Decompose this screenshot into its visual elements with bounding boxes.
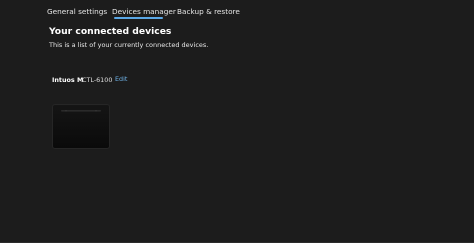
tab-general-settings[interactable]: General settings [47, 7, 107, 16]
edit-device-link[interactable]: Edit [115, 75, 127, 83]
tablet-graphic [52, 104, 110, 149]
app-window: General settings Devices manager Backup … [0, 0, 474, 243]
device-name: Intuos M [52, 76, 84, 84]
tab-backup-restore[interactable]: Backup & restore [177, 7, 240, 16]
tab-bar: General settings Devices manager Backup … [0, 0, 474, 24]
tablet-image[interactable] [52, 104, 110, 149]
active-tab-indicator [114, 17, 163, 19]
device-model: CTL-6100 [82, 76, 113, 84]
page-description: This is a list of your currently connect… [49, 41, 209, 49]
tab-devices-manager[interactable]: Devices manager [112, 7, 176, 16]
page-title: Your connected devices [49, 26, 172, 37]
